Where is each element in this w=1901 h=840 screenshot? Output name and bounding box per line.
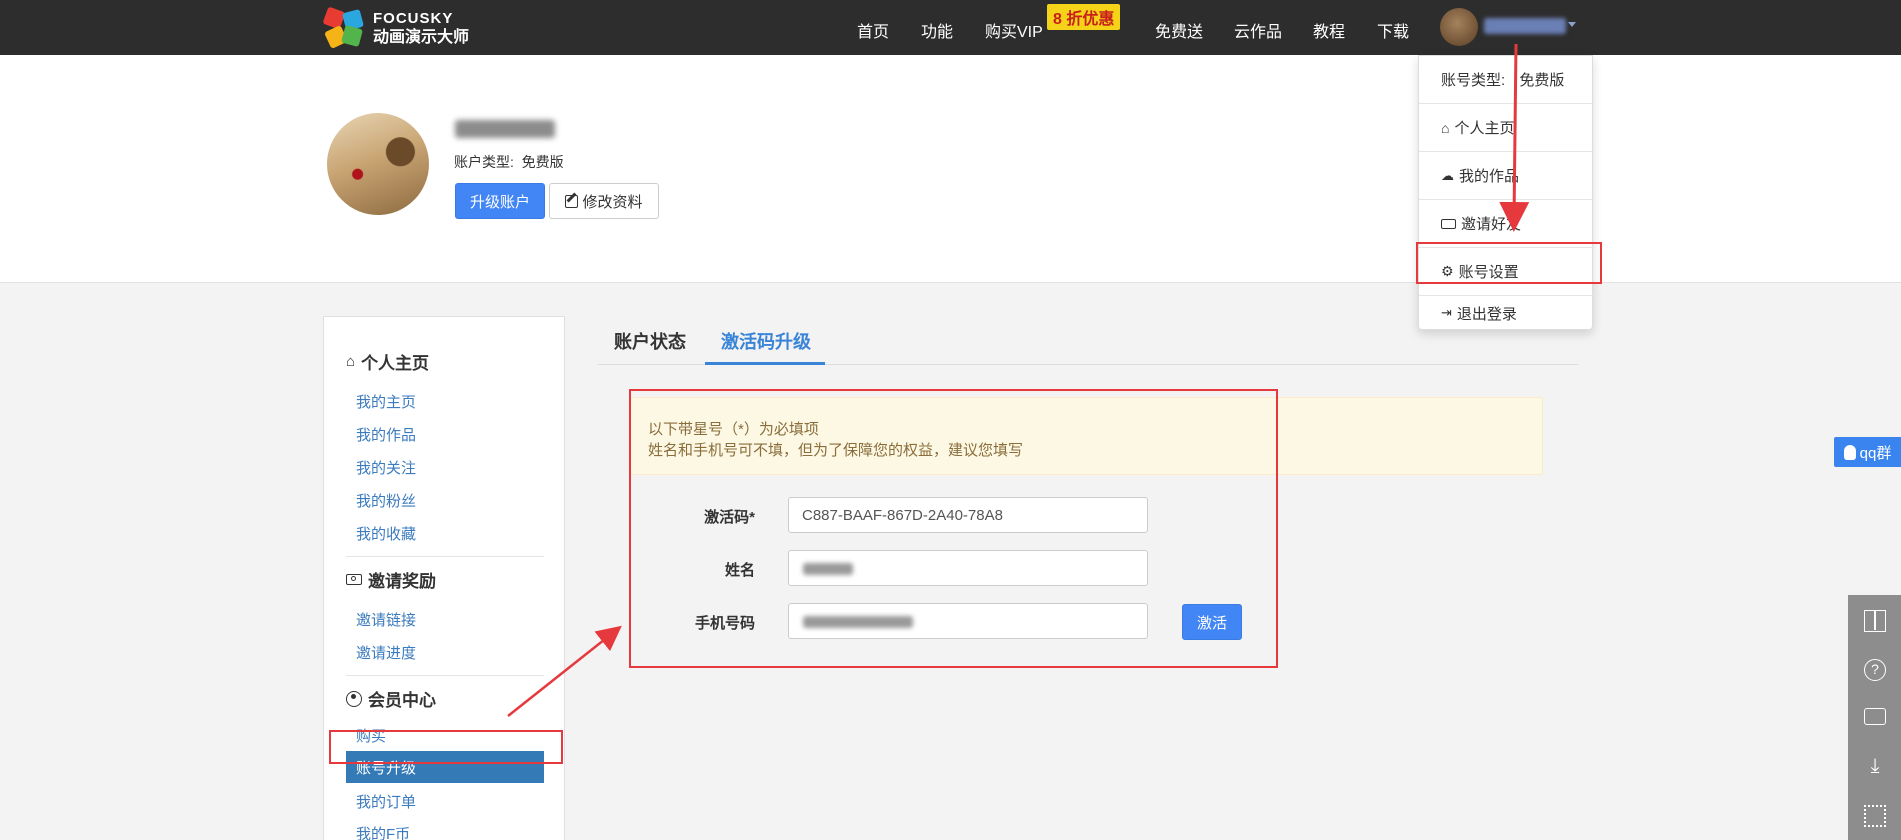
sidebar-item-my-works[interactable]: 我的作品 [356,424,416,445]
brand-name-cn: 动画演示大师 [373,28,470,46]
upgrade-account-button[interactable]: 升级账户 [455,183,545,219]
brand-name-en: FOCUSKY [373,9,454,27]
sidebar-item-invite-link[interactable]: 邀请链接 [356,609,416,630]
sidebar-section-member[interactable]: 会员中心 [346,686,436,711]
account-type-value: 免费版 [521,154,564,170]
dropdown-account-type-value: 免费版 [1519,72,1565,89]
annotation-box-upgrade [329,730,563,764]
home-icon: ⌂ [346,353,356,370]
dropdown-item-label: 邀请好友 [1461,216,1522,233]
qrcode-icon[interactable] [1864,805,1886,827]
nav-free-gift[interactable]: 免费送 [1155,18,1203,42]
sidebar-section-personal[interactable]: ⌂ 个人主页 [346,349,429,374]
money-icon [346,574,362,585]
dropdown-item-label: 个人主页 [1454,120,1515,137]
nav-features[interactable]: 功能 [921,18,953,42]
dropdown-item-works[interactable]: ☁ 我的作品 [1419,152,1594,200]
sidebar-item-invite-progress[interactable]: 邀请进度 [356,642,416,663]
user-circle-icon [346,690,362,707]
user-dropdown-menu: 账号类型: 免费版 ⌂ 个人主页 ☁ 我的作品 邀请好友 ⚙ 账号设置 ⇥ 退出… [1418,55,1594,330]
nav-home[interactable]: 首页 [857,18,889,42]
divider [346,556,544,557]
download-icon[interactable]: ⤓ [1864,755,1886,777]
tab-account-status[interactable]: 账户状态 [614,328,686,354]
divider [346,675,544,676]
caret-down-icon[interactable] [1568,22,1576,27]
nav-download[interactable]: 下载 [1377,18,1409,42]
account-type-label: 账户类型: [454,154,514,170]
dropdown-account-type: 账号类型: 免费版 [1419,56,1594,104]
qq-group-label: qq群 [1859,444,1892,462]
money-icon [1441,218,1456,229]
dropdown-account-type-label: 账号类型: [1441,72,1506,89]
qq-group-button[interactable]: qq群 [1834,437,1901,467]
cloud-upload-icon: ☁ [1441,167,1454,183]
tab-active-indicator [705,362,825,365]
sidebar-item-my-home[interactable]: 我的主页 [356,391,416,412]
sidebar-item-following[interactable]: 我的关注 [356,457,416,478]
annotation-box-form [629,389,1278,668]
dropdown-item-label: 我的作品 [1459,168,1520,185]
sidebar-item-fcoin[interactable]: 我的F币 [356,823,410,840]
annotation-box-settings [1416,242,1602,284]
tab-activation-code[interactable]: 激活码升级 [721,328,811,354]
dropdown-item-logout[interactable]: ⇥ 退出登录 [1419,296,1594,330]
sidebar-section-invite[interactable]: 邀请奖励 [346,567,436,592]
sign-out-icon: ⇥ [1441,305,1452,320]
sidebar-section-title: 个人主页 [361,354,430,373]
sidebar-section-title: 邀请奖励 [368,572,436,591]
sidebar-item-fans[interactable]: 我的粉丝 [356,490,416,511]
right-toolbar: ? ⤓ [1848,595,1901,840]
edit-icon [565,192,579,208]
sidebar-section-title: 会员中心 [368,691,436,710]
user-avatar[interactable] [1440,8,1478,46]
profile-avatar [327,113,429,215]
username-blurred[interactable] [1484,18,1566,34]
chat-icon[interactable] [1864,708,1886,725]
dropdown-item-home[interactable]: ⌂ 个人主页 [1419,104,1594,152]
nav-buy-vip[interactable]: 购买VIP [985,18,1043,42]
nav-tutorials[interactable]: 教程 [1313,18,1345,42]
sidebar-item-orders[interactable]: 我的订单 [356,791,416,812]
dropdown-item-invite[interactable]: 邀请好友 [1419,200,1594,248]
edit-profile-button[interactable]: 修改资料 [549,183,659,219]
top-navbar: FOCUSKY 动画演示大师 首页 功能 购买VIP 免费送 云作品 教程 下载… [0,0,1901,55]
profile-name-blurred [455,120,555,138]
sidebar-item-favorites[interactable]: 我的收藏 [356,523,416,544]
edit-profile-label: 修改资料 [582,193,643,211]
nav-cloud-works[interactable]: 云作品 [1234,18,1282,42]
home-icon: ⌂ [1441,119,1450,136]
help-icon[interactable]: ? [1864,659,1886,681]
brand-logo[interactable]: FOCUSKY 动画演示大师 [322,6,470,50]
qq-icon [1843,444,1856,460]
account-type: 账户类型: 免费版 [454,152,564,172]
dropdown-item-label: 退出登录 [1456,305,1517,323]
profile-header: 账户类型: 免费版 升级账户 修改资料 [0,55,1901,283]
logo-icon [322,6,365,49]
book-icon[interactable] [1864,610,1886,632]
promo-badge[interactable]: 8 折优惠 [1047,4,1121,30]
